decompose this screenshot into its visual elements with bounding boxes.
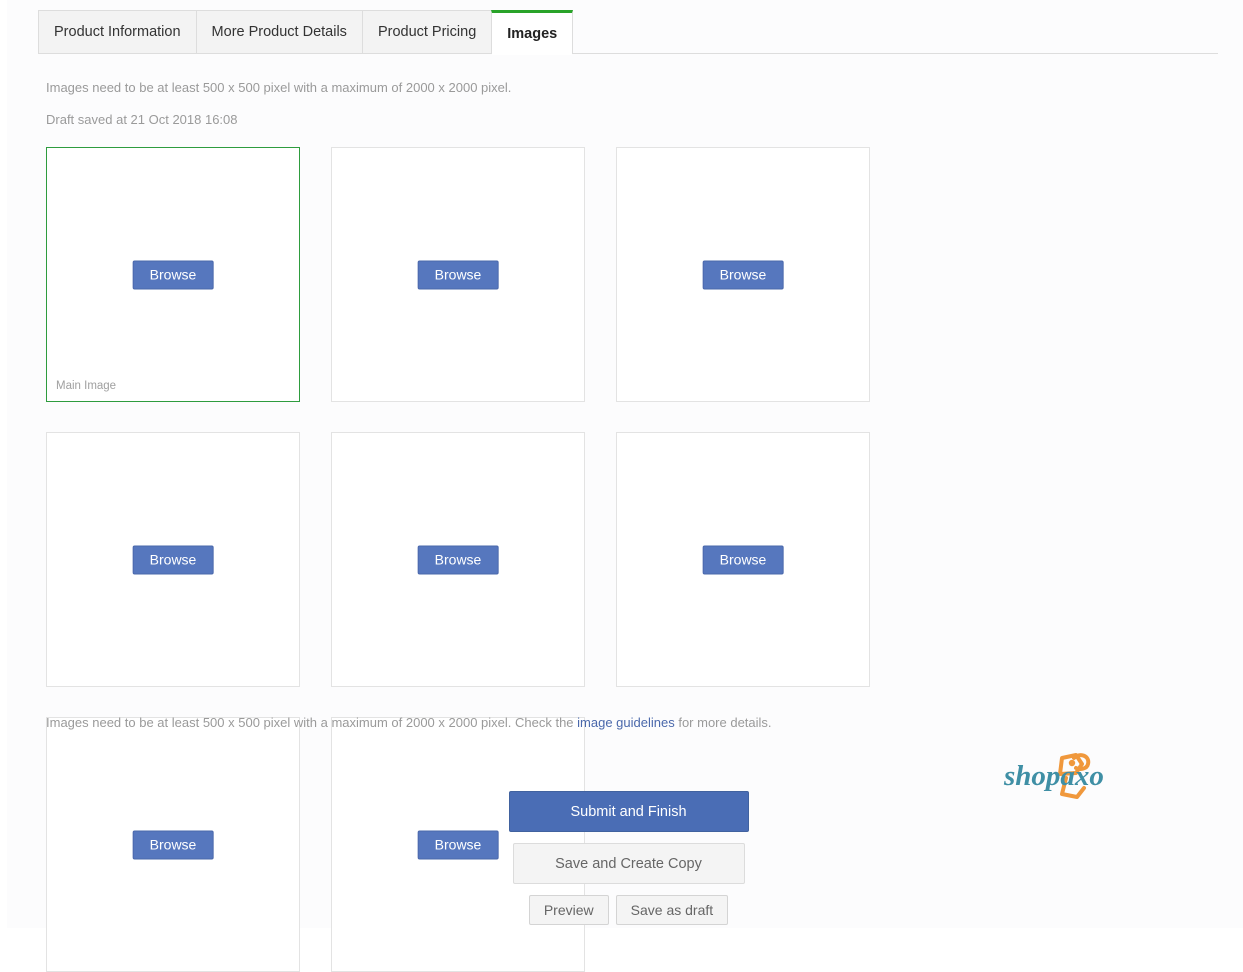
tab-product-information[interactable]: Product Information [38, 10, 196, 53]
tab-product-pricing[interactable]: Product Pricing [361, 10, 492, 53]
save-as-draft-button[interactable]: Save as draft [615, 895, 729, 925]
tab-bar: Product Information More Product Details… [38, 10, 1218, 55]
notice-suffix: for more details. [674, 715, 772, 730]
tab-images[interactable]: Images [491, 10, 574, 55]
draft-saved-status: Draft saved at 21 Oct 2018 16:08 [46, 112, 238, 127]
submit-and-finish-button[interactable]: Submit and Finish [508, 791, 749, 832]
browse-button[interactable]: Browse [702, 545, 784, 574]
image-slot-4[interactable]: Browse [46, 432, 300, 687]
image-slot-5[interactable]: Browse [331, 432, 585, 687]
image-slot-6[interactable]: Browse [616, 432, 870, 687]
browse-button[interactable]: Browse [702, 260, 784, 289]
browse-button[interactable]: Browse [132, 545, 214, 574]
tab-label: Images [507, 25, 558, 42]
tab-label: Product Pricing [377, 24, 477, 40]
image-requirements-notice: Images need to be at least 500 x 500 pix… [46, 80, 512, 95]
page-container: Product Information More Product Details… [7, 0, 1243, 972]
tab-list: Product Information More Product Details… [38, 10, 574, 55]
logo-wordmark: shopaxo [1003, 760, 1104, 792]
browse-button[interactable]: Browse [132, 260, 214, 289]
image-slot-2[interactable]: Browse [331, 147, 585, 402]
image-guidelines-link[interactable]: image guidelines [577, 715, 675, 730]
main-image-label: Main Image [56, 380, 117, 392]
preview-button[interactable]: Preview [528, 895, 609, 925]
image-slot-1[interactable]: Browse Main Image [46, 147, 300, 402]
image-slot-3[interactable]: Browse [616, 147, 870, 402]
image-guidelines-notice: Images need to be at least 500 x 500 pix… [46, 715, 772, 730]
tab-label: More Product Details [211, 24, 347, 40]
browse-button[interactable]: Browse [417, 260, 499, 289]
form-actions: Submit and Finish Save and Create Copy P… [7, 791, 1243, 925]
secondary-actions-row: Preview Save as draft [528, 895, 729, 925]
notice-prefix: Images need to be at least 500 x 500 pix… [46, 715, 578, 730]
tab-more-product-details[interactable]: More Product Details [195, 10, 362, 53]
save-and-create-copy-button[interactable]: Save and Create Copy [512, 843, 745, 884]
tab-label: Product Information [54, 24, 181, 40]
browse-button[interactable]: Browse [417, 545, 499, 574]
